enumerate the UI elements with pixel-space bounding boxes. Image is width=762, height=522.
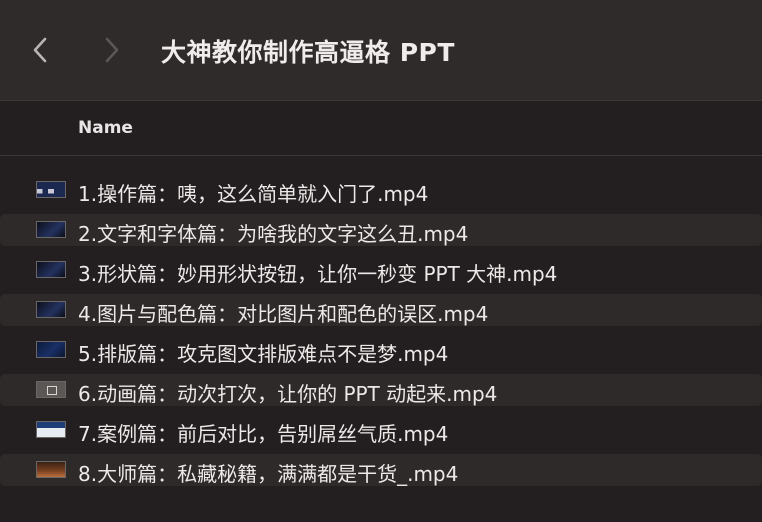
file-name: 8.大师篇：私藏秘籍，满满都是干货_.mp4 xyxy=(78,462,459,486)
chevron-right-icon xyxy=(105,37,119,63)
file-row[interactable]: 8.大师篇：私藏秘籍，满满都是干货_.mp4 xyxy=(0,450,762,490)
video-thumbnail-icon xyxy=(36,421,66,438)
video-thumbnail-icon xyxy=(36,301,66,318)
back-button[interactable] xyxy=(22,30,58,70)
file-name: 6.动画篇：动次打次，让你的 PPT 动起来.mp4 xyxy=(78,382,498,406)
video-thumbnail-icon xyxy=(36,461,66,478)
column-header-name[interactable]: Name xyxy=(78,118,133,138)
file-name: 4.图片与配色篇：对比图片和配色的误区.mp4 xyxy=(78,302,489,326)
file-row[interactable]: 1.操作篇：咦，这么简单就入门了.mp4 xyxy=(0,170,762,210)
chevron-left-icon xyxy=(33,37,47,63)
list-header: Name xyxy=(0,101,762,156)
file-row[interactable]: 7.案例篇：前后对比，告别屌丝气质.mp4 xyxy=(0,410,762,450)
video-thumbnail-icon xyxy=(36,261,66,278)
file-list: 1.操作篇：咦，这么简单就入门了.mp4 2.文字和字体篇：为啥我的文字这么丑.… xyxy=(0,170,762,490)
video-thumbnail-icon xyxy=(36,341,66,358)
file-row[interactable]: 2.文字和字体篇：为啥我的文字这么丑.mp4 xyxy=(0,210,762,250)
video-thumbnail-icon xyxy=(36,381,66,398)
forward-button[interactable] xyxy=(94,30,130,70)
video-thumbnail-icon xyxy=(36,181,66,198)
file-name: 1.操作篇：咦，这么简单就入门了.mp4 xyxy=(78,182,429,206)
file-row[interactable]: 6.动画篇：动次打次，让你的 PPT 动起来.mp4 xyxy=(0,370,762,410)
file-row[interactable]: 5.排版篇：攻克图文排版难点不是梦.mp4 xyxy=(0,330,762,370)
window-title: 大神教你制作高逼格 PPT xyxy=(161,38,455,67)
file-name: 2.文字和字体篇：为啥我的文字这么丑.mp4 xyxy=(78,222,469,246)
file-row[interactable]: 4.图片与配色篇：对比图片和配色的误区.mp4 xyxy=(0,290,762,330)
file-name: 5.排版篇：攻克图文排版难点不是梦.mp4 xyxy=(78,342,449,366)
finder-window: 大神教你制作高逼格 PPT Name 1.操作篇：咦，这么简单就入门了.mp4 … xyxy=(0,0,762,522)
file-row[interactable]: 3.形状篇：妙用形状按钮，让你一秒变 PPT 大神.mp4 xyxy=(0,250,762,290)
file-name: 7.案例篇：前后对比，告别屌丝气质.mp4 xyxy=(78,422,449,446)
video-thumbnail-icon xyxy=(36,221,66,238)
toolbar: 大神教你制作高逼格 PPT xyxy=(0,0,762,101)
file-name: 3.形状篇：妙用形状按钮，让你一秒变 PPT 大神.mp4 xyxy=(78,262,558,286)
